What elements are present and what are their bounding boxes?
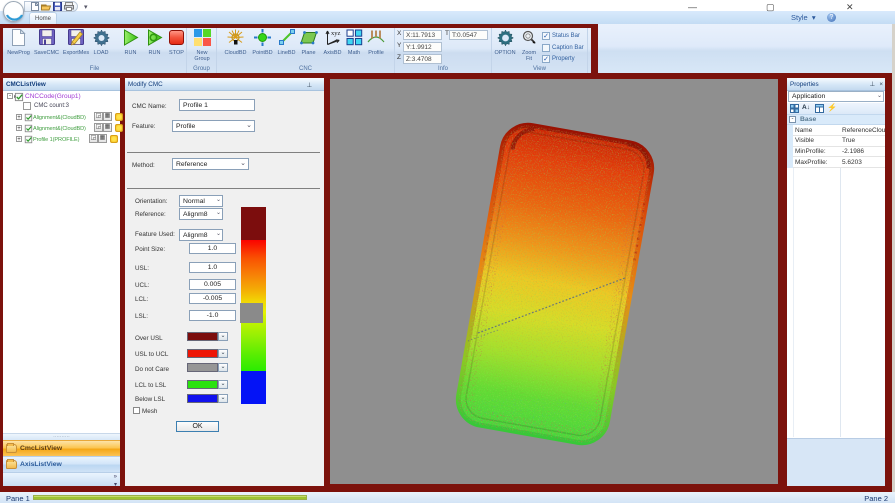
svg-text:xyz: xyz xyxy=(331,30,341,37)
